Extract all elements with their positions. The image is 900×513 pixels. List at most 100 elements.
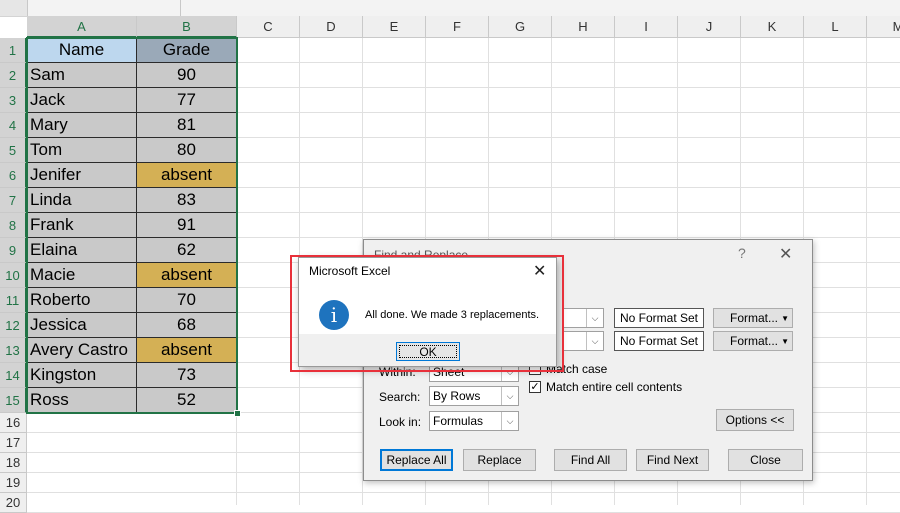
ok-button[interactable]: OK (396, 342, 460, 361)
column-header-i[interactable]: I (615, 16, 678, 38)
row-header-16[interactable]: 16 (0, 413, 27, 433)
cell-grade[interactable]: 91 (137, 213, 237, 238)
column-header-j[interactable]: J (678, 16, 741, 38)
match-entire-label: Match entire cell contents (546, 380, 683, 394)
column-header-b[interactable]: B (137, 16, 237, 38)
column-header-k[interactable]: K (741, 16, 804, 38)
cell-grade-header[interactable]: Grade (137, 38, 237, 63)
replace-format-button[interactable]: Format... ▼ (713, 331, 793, 351)
cell-grade[interactable]: absent (137, 263, 237, 288)
cell-grade[interactable]: 73 (137, 363, 237, 388)
find-what-dropdown[interactable]: ⌵ (562, 308, 604, 328)
cell-name[interactable]: Jack (27, 88, 137, 113)
cell-name[interactable]: Roberto (27, 288, 137, 313)
row-header-14[interactable]: 14 (0, 363, 27, 388)
column-header-g[interactable]: G (489, 16, 552, 38)
cell-grade[interactable]: 52 (137, 388, 237, 413)
match-entire-checkbox[interactable]: ✓ (529, 381, 541, 393)
cell-name[interactable]: Mary (27, 113, 137, 138)
row-header-3[interactable]: 3 (0, 88, 27, 113)
cell-name-header[interactable]: Name (27, 38, 137, 63)
cell-name[interactable]: Macie (27, 263, 137, 288)
format-button-label: Format... (730, 334, 779, 348)
message-text: All done. We made 3 replacements. (365, 309, 540, 321)
row-header-13[interactable]: 13 (0, 338, 27, 363)
cell-grade[interactable]: 70 (137, 288, 237, 313)
row-header-10[interactable]: 10 (0, 263, 27, 288)
row-header-1[interactable]: 1 (0, 38, 27, 63)
row-header-20[interactable]: 20 (0, 493, 27, 513)
within-value: Sheet (433, 365, 465, 379)
format-button-label: Format... (730, 311, 779, 325)
search-label: Search: (379, 390, 421, 404)
cell-name[interactable]: Elaina (27, 238, 137, 263)
cell-grade[interactable]: 80 (137, 138, 237, 163)
column-header-l[interactable]: L (804, 16, 867, 38)
column-header-d[interactable]: D (300, 16, 363, 38)
replace-with-dropdown[interactable]: ⌵ (562, 331, 604, 351)
strip-divider (180, 0, 181, 16)
cell-name[interactable]: Tom (27, 138, 137, 163)
cell-grade[interactable]: 90 (137, 63, 237, 88)
cell-name[interactable]: Sam (27, 63, 137, 88)
cell-grade[interactable]: 68 (137, 313, 237, 338)
row-header-9[interactable]: 9 (0, 238, 27, 263)
cell-name[interactable]: Linda (27, 188, 137, 213)
close-icon[interactable]: ✕ (779, 244, 792, 264)
column-header-f[interactable]: F (426, 16, 489, 38)
cell-name[interactable]: Kingston (27, 363, 137, 388)
row-header-17[interactable]: 17 (0, 433, 27, 453)
lookin-value: Formulas (433, 414, 484, 428)
cell-name[interactable]: Jessica (27, 313, 137, 338)
cell-grade[interactable]: absent (137, 338, 237, 363)
find-format-button[interactable]: Format... ▼ (713, 308, 793, 328)
column-header-m[interactable]: M (867, 16, 900, 38)
search-dropdown[interactable]: By Rows ⌵ (429, 386, 519, 406)
within-label: Within: (379, 365, 416, 379)
cell-name[interactable]: Jenifer (27, 163, 137, 188)
row-header-5[interactable]: 5 (0, 138, 27, 163)
chevron-down-icon: ⌵ (501, 387, 518, 405)
find-format-preview: No Format Set (614, 308, 704, 328)
row-header-19[interactable]: 19 (0, 473, 27, 493)
row-header-8[interactable]: 8 (0, 213, 27, 238)
row-header-18[interactable]: 18 (0, 453, 27, 473)
row-header-2[interactable]: 2 (0, 63, 27, 88)
row-header-11[interactable]: 11 (0, 288, 27, 313)
chevron-down-icon: ⌵ (586, 309, 603, 327)
find-all-button[interactable]: Find All (554, 449, 627, 471)
column-header-a[interactable]: A (27, 16, 137, 38)
cell-grade[interactable]: 77 (137, 88, 237, 113)
lookin-label: Look in: (379, 415, 422, 429)
row-header-7[interactable]: 7 (0, 188, 27, 213)
sheet-top-strip (0, 0, 900, 17)
row-header-4[interactable]: 4 (0, 113, 27, 138)
cell-name[interactable]: Ross (27, 388, 137, 413)
column-header-c[interactable]: C (237, 16, 300, 38)
options-button[interactable]: Options << (716, 409, 794, 431)
cell-name[interactable]: Avery Castro (27, 338, 137, 363)
help-icon[interactable]: ? (738, 245, 746, 261)
lookin-dropdown[interactable]: Formulas ⌵ (429, 411, 519, 431)
find-next-button[interactable]: Find Next (636, 449, 709, 471)
close-icon[interactable]: ✕ (533, 261, 546, 281)
cell-grade[interactable]: 83 (137, 188, 237, 213)
dropdown-arrow-icon: ▼ (781, 336, 789, 346)
replace-all-button[interactable]: Replace All (380, 449, 453, 471)
cell-name[interactable]: Frank (27, 213, 137, 238)
row-header-15[interactable]: 15 (0, 388, 27, 413)
row-header-12[interactable]: 12 (0, 313, 27, 338)
row-header-6[interactable]: 6 (0, 163, 27, 188)
cell-grade[interactable]: 62 (137, 238, 237, 263)
column-header-h[interactable]: H (552, 16, 615, 38)
cell-grade[interactable]: absent (137, 163, 237, 188)
search-value: By Rows (433, 389, 481, 403)
close-button[interactable]: Close (728, 449, 803, 471)
replace-format-preview: No Format Set (614, 331, 704, 351)
replace-button[interactable]: Replace (463, 449, 536, 471)
gridline (866, 38, 867, 505)
column-header-e[interactable]: E (363, 16, 426, 38)
cell-grade[interactable]: 81 (137, 113, 237, 138)
select-all-corner[interactable] (0, 0, 28, 16)
fill-handle[interactable] (234, 410, 241, 417)
